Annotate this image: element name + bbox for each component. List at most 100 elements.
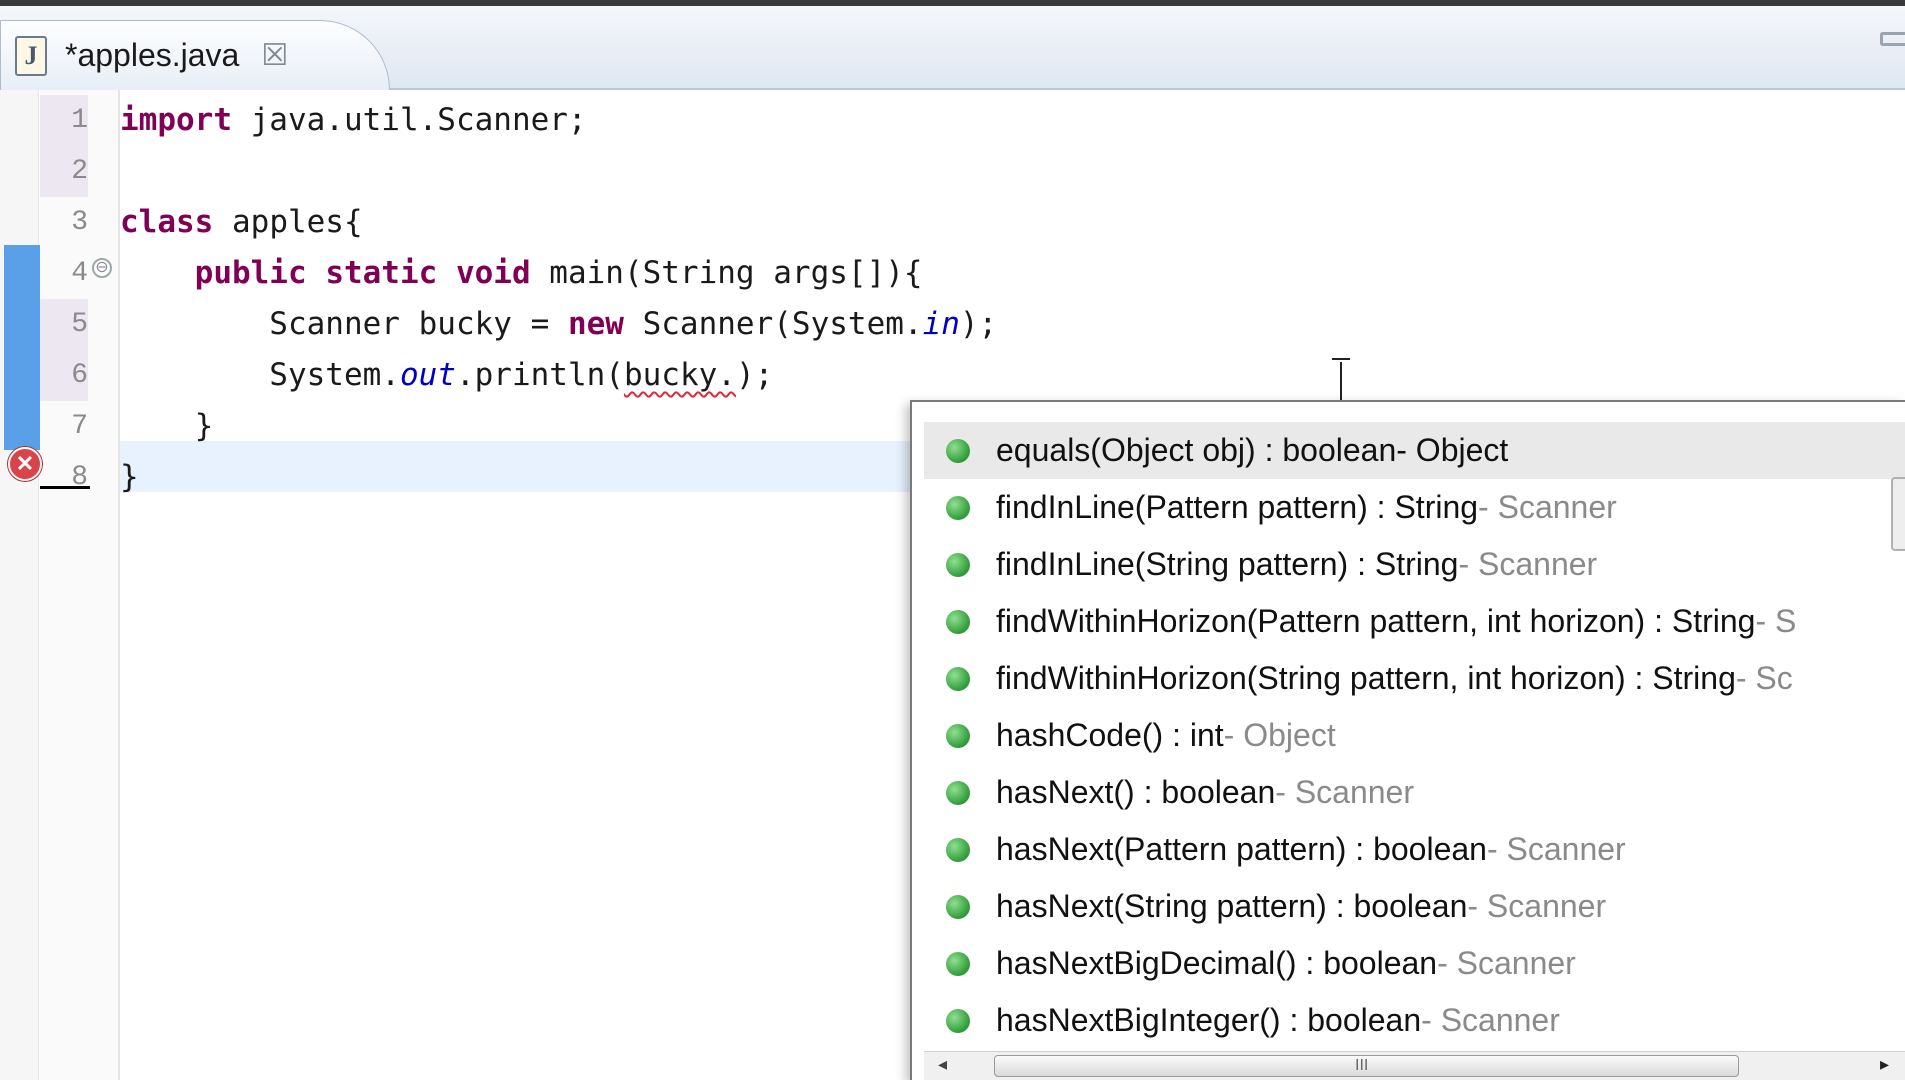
code-line[interactable]: } (120, 401, 214, 452)
proposal-item[interactable]: findWithinHorizon(Pattern pattern, int h… (924, 593, 1905, 650)
code-token: ); (959, 306, 998, 342)
keyword-token: import (120, 102, 232, 138)
proposal-owner: - Scanner (1275, 774, 1414, 810)
error-icon[interactable]: ✕ (8, 447, 42, 481)
line-number: 8 (71, 462, 88, 493)
proposal-signature: findInLine(Pattern pattern) : String (996, 489, 1479, 525)
keyword-token: public (194, 255, 307, 291)
line-number: 6 (71, 360, 88, 391)
method-icon (946, 666, 970, 691)
error-line-indicator (40, 486, 90, 489)
proposal-item[interactable]: hashCode() : int - Object (924, 707, 1905, 764)
proposal-owner: - Object (1396, 432, 1509, 468)
line-number: 4 (71, 258, 88, 289)
field-token: in (922, 306, 960, 342)
proposal-signature: hasNext(Pattern pattern) : boolean (996, 831, 1487, 867)
proposal-owner: - Object (1223, 717, 1336, 753)
proposal-list: equals(Object obj) : boolean - Object fin… (924, 422, 1905, 1049)
proposal-signature: hasNextBigDecimal() : boolean (996, 945, 1438, 981)
scroll-left-arrow[interactable]: ◂ (938, 1054, 947, 1075)
field-token: out (399, 357, 456, 393)
method-icon (946, 780, 970, 805)
keyword-token: void (455, 255, 531, 291)
method-icon (946, 894, 970, 919)
tab-apples-java[interactable]: J *apples.java ☒ (0, 20, 390, 90)
proposal-item[interactable]: hasNext(Pattern pattern) : boolean - Sca… (924, 821, 1905, 878)
code-line[interactable]: System.out.println(bucky.); (120, 350, 773, 401)
fold-icon[interactable]: ⊖ (92, 258, 112, 278)
scroll-right-arrow[interactable]: ▸ (1880, 1054, 1889, 1075)
line-number: 3 (71, 207, 88, 238)
code-line[interactable]: class apples{ (120, 197, 363, 248)
proposal-signature: findInLine(String pattern) : String (996, 546, 1459, 582)
horizontal-scrollbar[interactable]: ◂ III ▸ (924, 1051, 1905, 1080)
tab-title: *apples.java (65, 37, 240, 73)
close-icon[interactable]: ☒ (261, 38, 288, 73)
proposal-item[interactable]: hasNextBigInteger() : boolean - Scanner (924, 992, 1905, 1049)
proposal-owner: - Scanner (1467, 888, 1607, 924)
proposal-item[interactable]: findWithinHorizon(String pattern, int ho… (924, 650, 1905, 707)
method-icon (946, 723, 970, 748)
proposal-signature: hasNextBigInteger() : boolean (996, 1002, 1422, 1038)
code-token: } (120, 408, 214, 444)
editor-tab-strip: J *apples.java ☒ (0, 6, 1905, 90)
proposal-owner: - Scanner (1421, 1002, 1560, 1038)
line-number: 2 (71, 156, 88, 187)
proposal-signature: findWithinHorizon(String pattern, int ho… (996, 660, 1736, 696)
proposal-owner: - Sc (1735, 660, 1793, 696)
scroll-grip: III (1355, 1057, 1369, 1074)
proposal-owner: - Scanner (1486, 831, 1626, 867)
method-icon (946, 951, 970, 976)
method-icon (946, 1008, 970, 1033)
overview-ruler (0, 90, 40, 1080)
proposal-signature: equals(Object obj) : boolean (996, 432, 1397, 468)
code-token: Scanner(System. (623, 306, 923, 342)
code-line[interactable]: } (120, 452, 139, 503)
code-token: } (120, 459, 139, 495)
error-token: bucky. (623, 357, 736, 393)
code-token: System. (120, 357, 400, 393)
proposal-item[interactable]: hasNext() : boolean - Scanner (924, 764, 1905, 821)
keyword-token: static (325, 255, 438, 291)
proposal-item[interactable]: findInLine(String pattern) : String - Sc… (924, 536, 1905, 593)
line-number: 1 (71, 105, 88, 136)
line-number: 5 (71, 309, 88, 340)
proposal-item[interactable]: equals(Object obj) : boolean - Object (924, 422, 1905, 479)
code-token: main(String args[]){ (530, 255, 923, 291)
method-icon (946, 552, 970, 577)
code-token: .println( (455, 357, 624, 393)
code-token: java.util.Scanner; (231, 102, 587, 138)
restore-icon[interactable] (1880, 32, 1905, 46)
code-token: ); (735, 357, 774, 393)
scroll-thumb[interactable]: III (994, 1055, 1739, 1077)
code-line[interactable]: public static void main(String args[]){ (120, 248, 923, 299)
proposal-signature: hasNext(String pattern) : boolean (996, 888, 1468, 924)
method-icon (946, 438, 970, 463)
proposal-owner: - Scanner (1458, 546, 1598, 582)
line-number: 7 (71, 411, 88, 442)
content-assist-popup: equals(Object obj) : boolean - Object fin… (910, 400, 1905, 1080)
code-line[interactable]: import java.util.Scanner; (120, 95, 587, 146)
proposal-owner: - S (1755, 603, 1797, 639)
vertical-scrollbar[interactable] (1891, 477, 1905, 551)
proposal-item[interactable]: hasNext(String pattern) : boolean - Scan… (924, 878, 1905, 935)
proposal-signature: findWithinHorizon(Pattern pattern, int h… (996, 603, 1756, 639)
proposal-item[interactable]: findInLine(Pattern pattern) : String - S… (924, 479, 1905, 536)
method-icon (946, 609, 970, 634)
proposal-signature: hashCode() : int (996, 717, 1224, 753)
proposal-owner: - Scanner (1437, 945, 1576, 981)
keyword-token: class (120, 204, 214, 240)
proposal-item[interactable]: hasNextBigDecimal() : boolean - Scanner (924, 935, 1905, 992)
ruler-change-marker (4, 245, 40, 450)
proposal-signature: hasNext() : boolean (996, 774, 1276, 810)
keyword-token: new (567, 306, 624, 342)
method-icon (946, 495, 970, 520)
code-token: apples{ (213, 204, 363, 240)
method-icon (946, 837, 970, 862)
proposal-owner: - Scanner (1478, 489, 1617, 525)
java-file-icon: J (15, 35, 47, 76)
code-line[interactable]: Scanner bucky = new Scanner(System.in); (120, 299, 997, 350)
